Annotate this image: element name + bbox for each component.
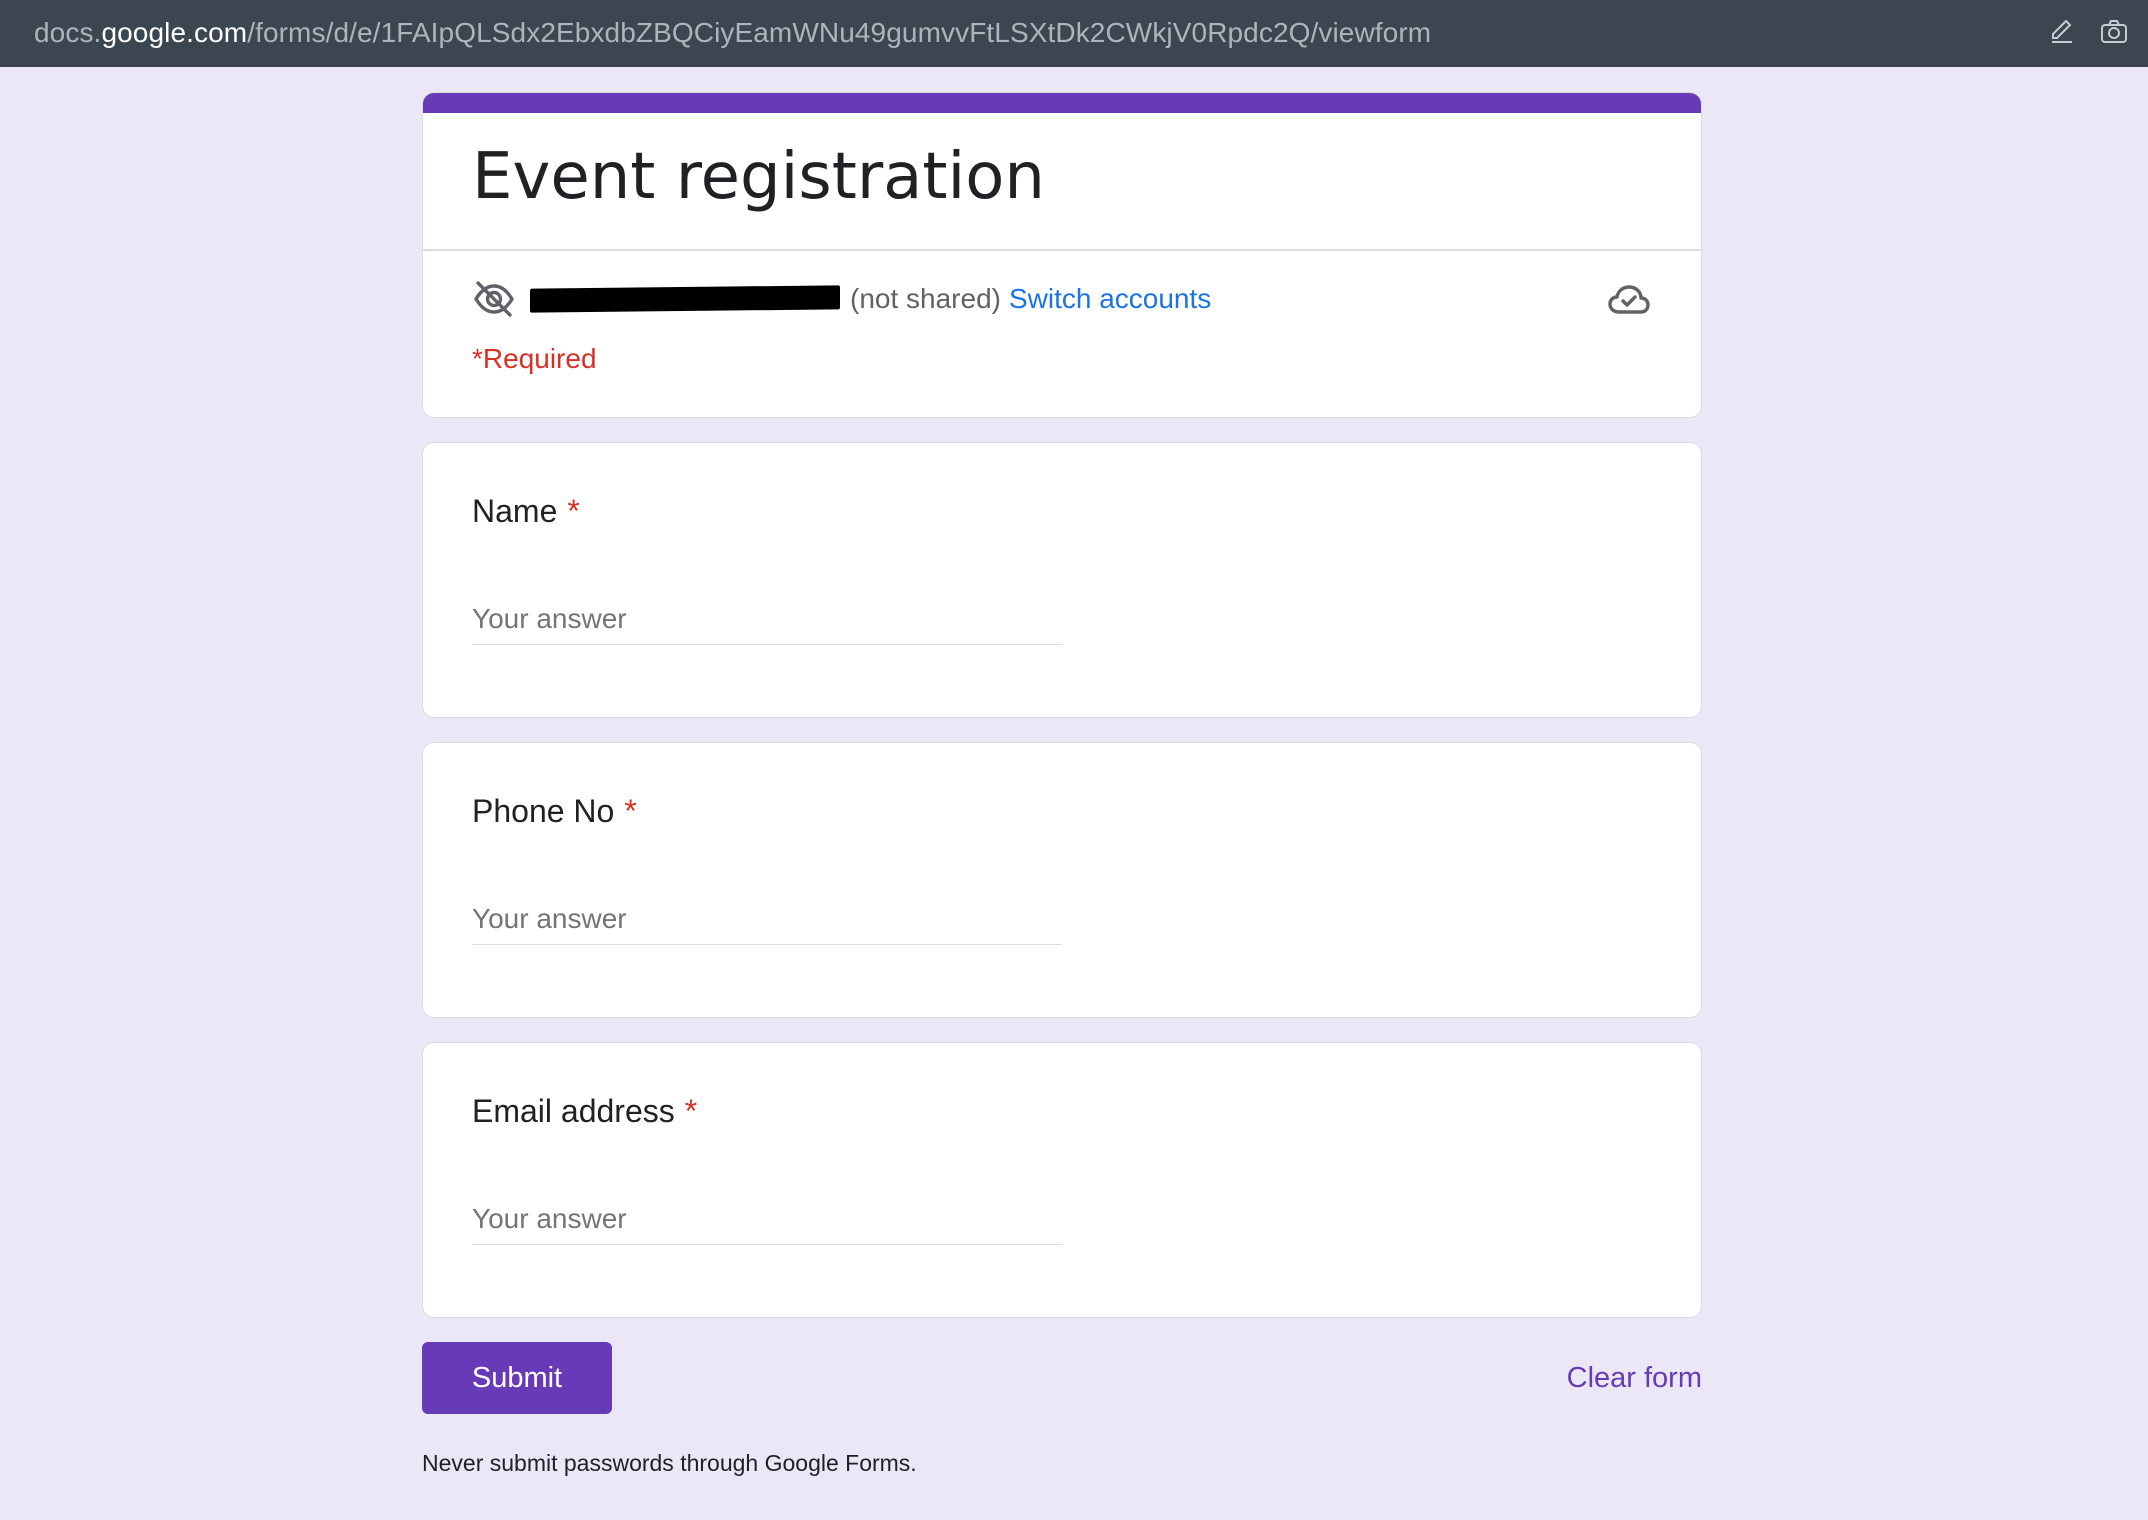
question-label: Email address — [472, 1093, 675, 1129]
url-prefix: docs. — [34, 17, 102, 48]
question-card-phone: Phone No * — [422, 742, 1702, 1018]
account-share-status: (not shared) — [850, 283, 1001, 314]
question-label: Name — [472, 493, 558, 529]
header-accent-bar — [423, 93, 1701, 113]
required-asterisk: * — [684, 1093, 698, 1129]
required-asterisk: * — [624, 793, 637, 829]
question-title: Phone No * — [472, 791, 637, 831]
email-input[interactable] — [472, 1193, 1062, 1245]
required-asterisk: * — [567, 493, 580, 529]
form-title: Event registration — [472, 140, 1045, 214]
required-note: *Required — [472, 343, 597, 374]
header-divider — [423, 249, 1701, 251]
question-card-email: Email address * — [422, 1042, 1702, 1318]
url-text[interactable]: docs.google.com/forms/d/e/1FAIpQLSdx2Ebx… — [34, 15, 1431, 51]
form-header-card: Event registration (not shared) Switch a… — [422, 92, 1702, 418]
question-title: Email address * — [472, 1091, 697, 1131]
account-email-redacted — [530, 285, 840, 313]
pencil-edit-icon[interactable] — [2047, 17, 2077, 47]
question-card-name: Name * — [422, 442, 1702, 718]
cloud-saved-icon — [1608, 285, 1650, 314]
password-warning: Never submit passwords through Google Fo… — [422, 1450, 917, 1476]
switch-accounts-link[interactable]: Switch accounts — [1009, 283, 1211, 315]
phone-input[interactable] — [472, 893, 1062, 945]
browser-url-bar[interactable]: docs.google.com/forms/d/e/1FAIpQLSdx2Ebx… — [0, 0, 2148, 67]
submit-button[interactable]: Submit — [422, 1342, 612, 1414]
question-title: Name * — [472, 491, 580, 531]
eye-off-icon — [474, 281, 514, 317]
camera-icon[interactable] — [2099, 17, 2129, 47]
name-input[interactable] — [472, 593, 1062, 645]
clear-form-button[interactable]: Clear form — [1530, 1359, 1702, 1397]
url-path: /forms/d/e/1FAIpQLSdx2EbxdbZBQCiyEamWNu4… — [247, 17, 1432, 48]
question-label: Phone No — [472, 793, 615, 829]
url-host: google.com — [101, 17, 248, 48]
account-row: (not shared) Switch accounts — [472, 277, 1211, 321]
